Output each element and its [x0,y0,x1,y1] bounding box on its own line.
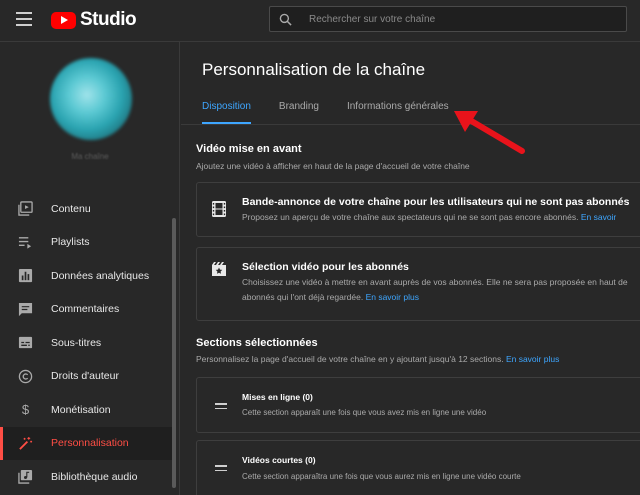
tabs-divider [181,124,640,125]
comment-icon [17,301,33,317]
svg-text:$: $ [21,402,29,417]
subscribers-card-desc-text: abonnés qui l'ont déjà regardée. [242,292,364,302]
sidebar-item-monetization[interactable]: $ Monétisation [0,393,172,427]
sidebar-scrollbar[interactable] [172,218,176,488]
sidebar-item-contenu[interactable]: Contenu [0,192,172,226]
sidebar-item-subtitles[interactable]: Sous-titres [0,326,172,360]
sidebar-item-label: Monétisation [51,403,111,416]
trailer-card[interactable]: Bande-annonce de votre chaîne pour les u… [196,182,640,237]
search-icon[interactable] [270,6,300,32]
sections-title: Sections sélectionnées [196,337,318,349]
dollar-icon: $ [17,402,33,418]
sidebar-item-audio-library[interactable]: Bibliothèque audio [0,460,172,494]
tab-disposition[interactable]: Disposition [202,101,251,125]
section-shorts-desc: Cette section apparaîtra une fois que vo… [242,472,521,481]
sidebar-item-label: Données analytiques [51,269,150,282]
logo-text: Studio [80,9,137,30]
section-uploads-desc: Cette section apparaît une fois que vous… [242,408,487,417]
tab-general-info[interactable]: Informations générales [347,101,449,125]
sidebar-item-comments[interactable]: Commentaires [0,293,172,327]
sidebar-item-analytics[interactable]: Données analytiques [0,259,172,293]
studio-logo[interactable]: Studio [51,9,137,31]
video-star-icon [210,260,228,278]
sidebar: Ma chaîne Contenu Playlists Données anal… [0,42,180,495]
page-title: Personnalisation de la chaîne [202,60,426,79]
subtitles-icon [17,335,33,351]
featured-section-title: Vidéo mise en avant [196,143,302,155]
sidebar-nav: Contenu Playlists Données analytiques Co… [0,192,172,494]
playlist-icon [17,234,33,250]
sidebar-item-personalization[interactable]: Personnalisation [0,426,172,460]
sidebar-item-label: Sous-titres [51,336,102,349]
annotation-arrow-icon [454,111,525,154]
top-bar: Studio [0,0,640,42]
drag-handle-icon[interactable] [215,465,227,471]
tab-branding[interactable]: Branding [279,101,319,125]
film-icon [210,200,228,218]
subscribers-card-desc-line1: Choisissez une vidéo à mettre en avant a… [242,277,628,287]
tab-bar: Disposition Branding Informations généra… [202,101,477,125]
magic-wand-icon [17,435,33,451]
section-shorts[interactable]: Vidéos courtes (0) Cette section apparaî… [196,440,640,495]
menu-icon[interactable] [16,12,32,26]
featured-for-subscribers-card[interactable]: Sélection vidéo pour les abonnés Choisis… [196,247,640,321]
sidebar-item-playlists[interactable]: Playlists [0,226,172,260]
trailer-card-desc: Proposez un aperçu de votre chaîne aux s… [242,210,616,225]
featured-section-desc: Ajoutez une vidéo à afficher en haut de … [196,161,470,171]
subscribers-card-title: Sélection vidéo pour les abonnés [242,261,409,273]
search-box[interactable] [269,6,627,32]
sections-desc-text: Personnalisez la page d'accueil de votre… [196,354,504,364]
section-uploads-title: Mises en ligne (0) [242,392,313,402]
video-library-icon [17,201,33,217]
learn-more-link[interactable]: En savoir [581,212,616,222]
sidebar-item-label: Playlists [51,236,90,249]
sidebar-item-label: Bibliothèque audio [51,470,138,483]
analytics-icon [17,268,33,284]
audio-library-icon [17,469,33,485]
sidebar-item-label: Droits d'auteur [51,370,119,383]
main-content: Personnalisation de la chaîne Dispositio… [181,42,640,495]
youtube-logo-icon [51,11,76,29]
search-input[interactable] [300,13,600,25]
trailer-card-title: Bande-annonce de votre chaîne pour les u… [242,196,630,208]
channel-avatar[interactable] [50,58,132,140]
sidebar-item-copyright[interactable]: Droits d'auteur [0,360,172,394]
channel-name[interactable]: Ma chaîne [0,152,180,161]
sidebar-item-label: Contenu [51,202,91,215]
section-shorts-title: Vidéos courtes (0) [242,455,316,465]
copyright-icon [17,368,33,384]
trailer-card-desc-text: Proposez un aperçu de votre chaîne aux s… [242,212,579,222]
learn-more-link[interactable]: En savoir plus [366,292,419,302]
sidebar-item-label: Personnalisation [51,437,129,450]
sidebar-item-label: Commentaires [51,303,120,316]
sections-desc: Personnalisez la page d'accueil de votre… [196,354,559,364]
learn-more-link[interactable]: En savoir plus [506,354,559,364]
subscribers-card-desc-line2: abonnés qui l'ont déjà regardée. En savo… [242,290,419,305]
section-uploads[interactable]: Mises en ligne (0) Cette section apparaî… [196,377,640,433]
drag-handle-icon[interactable] [215,403,227,409]
